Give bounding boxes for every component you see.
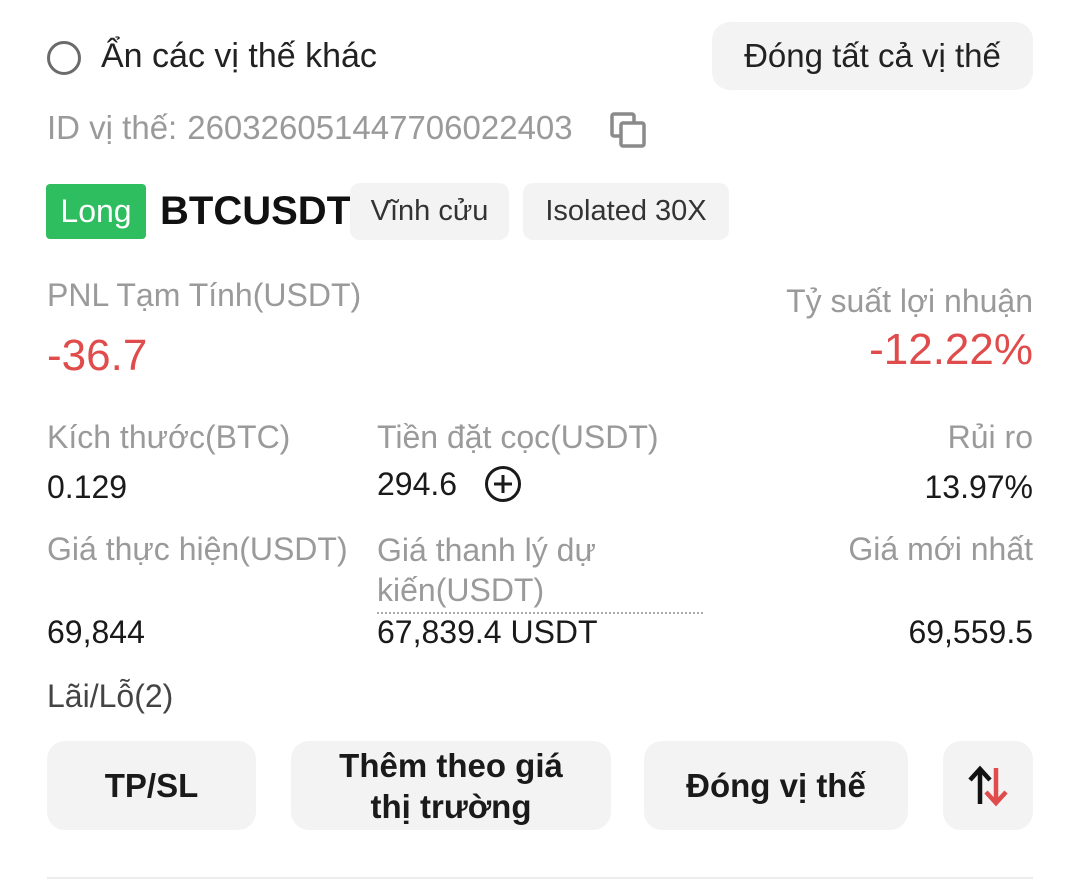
margin-label: Tiền đặt cọc(USDT) [377,419,659,455]
size-value: 0.129 [47,469,128,505]
close-all-positions-button[interactable]: Đóng tất cả vị thế [712,22,1033,90]
reverse-position-button[interactable] [943,741,1033,830]
copy-icon[interactable] [608,110,648,150]
margin-value: 294.6 [377,466,458,502]
contract-type-tag: Vĩnh cửu [350,183,509,240]
unrealized-pnl-value: -36.7 [47,331,148,380]
unrealized-pnl-label: PNL Tạm Tính(USDT) [47,277,362,313]
tpsl-count-label[interactable]: Lãi/Lỗ(2) [47,677,173,715]
symbol-title: BTCUSDT [160,189,352,233]
position-id-row: ID vị thế: 260326051447706022403 [47,106,573,150]
mark-price-label: Giá mới nhất [848,531,1033,567]
tpsl-button[interactable]: TP/SL [47,741,256,830]
mark-price-value: 69,559.5 [908,614,1033,650]
entry-price-value: 69,844 [47,614,145,650]
margin-mode-tag[interactable]: Isolated 30X [523,183,729,240]
position-id-label: ID vị thế: [47,109,178,146]
hide-other-positions-label[interactable]: Ẩn các vị thế khác [101,36,377,76]
risk-label: Rủi ro [947,419,1033,455]
risk-value: 13.97% [924,469,1033,505]
bottom-divider [47,877,1033,879]
close-position-button[interactable]: Đóng vị thế [644,741,908,830]
reverse-arrows-icon [968,765,1008,806]
side-badge: Long [46,184,146,239]
hide-other-positions-radio[interactable] [47,41,81,75]
size-label: Kích thước(BTC) [47,419,291,455]
position-id-value: 260326051447706022403 [187,109,573,146]
entry-price-label: Giá thực hiện(USDT) [47,531,348,567]
roi-value: -12.22% [869,325,1033,374]
roi-label: Tỷ suất lợi nhuận [786,283,1033,319]
liquidation-price-value: 67,839.4 USDT [377,614,598,650]
add-market-button[interactable]: Thêm theo giá thị trường [291,741,611,830]
liquidation-price-label[interactable]: Giá thanh lý dự kiến(USDT) [377,530,703,614]
add-margin-icon[interactable] [484,465,522,503]
